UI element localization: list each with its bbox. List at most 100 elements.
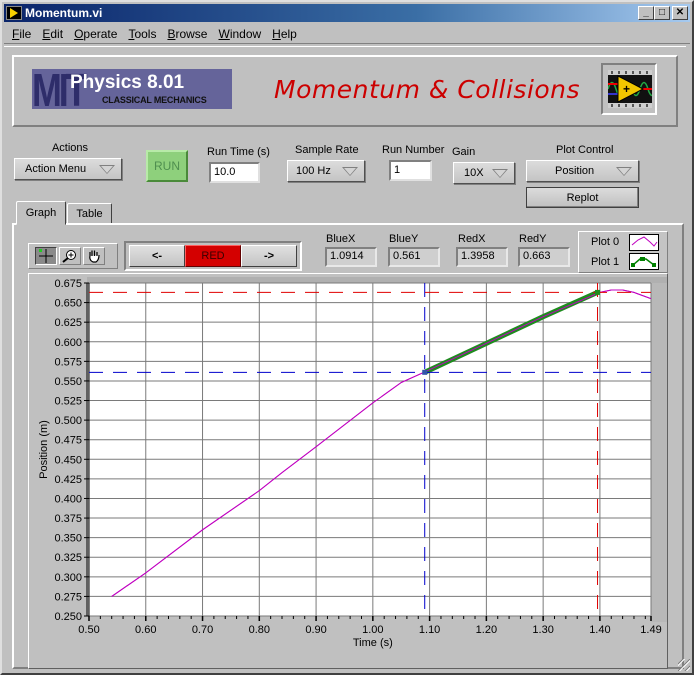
minimize-button[interactable]: _ (638, 6, 654, 20)
graph-tool-palette (28, 243, 118, 269)
x-tick-label: 1.10 (419, 624, 440, 636)
resize-grip[interactable] (678, 659, 690, 671)
actions-label: Actions (51, 142, 89, 154)
course-name: Physics 8.01 (70, 72, 185, 93)
y-tick-label: 0.625 (54, 317, 82, 329)
y-tick-label: 0.350 (54, 533, 82, 545)
menu-file[interactable]: File (12, 27, 31, 41)
actions-menu-value: Action Menu (25, 163, 87, 175)
cursor-blue-point (422, 369, 428, 375)
replot-button[interactable]: Replot (526, 187, 639, 208)
title-bar[interactable]: Momentum.vi _ □ ✕ (4, 4, 690, 22)
header-banner: MIT Physics 8.01 CLASSICAL MECHANICS Mom… (12, 55, 678, 127)
course-subtitle: CLASSICAL MECHANICS (102, 95, 207, 105)
legend-plot1-swatch (629, 253, 659, 270)
plot-frame-right (651, 277, 667, 622)
y-tick-label: 0.300 (54, 572, 82, 584)
position-graph[interactable]: 0.675 0.650 0.625 0.600 0.575 0.550 0.525 0.500… (28, 273, 668, 669)
legend-plot0-swatch (629, 234, 659, 251)
y-tick-label: 0.275 (54, 591, 82, 603)
bluex-readout: 1.0914 (325, 247, 377, 267)
y-tick-label: 0.650 (54, 298, 82, 310)
sample-rate-label: Sample Rate (295, 144, 359, 156)
x-tick-label: 1.40 (589, 624, 610, 636)
dropdown-arrow-icon (492, 168, 508, 178)
active-cursor-button[interactable]: RED (185, 245, 241, 267)
run-time-label: Run Time (s) (207, 146, 270, 158)
plot-legend[interactable]: Plot 0 Plot 1 (578, 231, 668, 273)
plot-control-label: Plot Control (556, 144, 614, 156)
labview-app-icon (6, 6, 22, 20)
y-tick-label: 0.475 (54, 435, 82, 447)
menu-bar: File Edit Operate Tools Browse Window Help (4, 24, 690, 44)
cursor-red-point (595, 289, 601, 295)
plot-control-value: Position (555, 165, 595, 177)
redx-label: RedX (458, 233, 486, 245)
menu-edit[interactable]: Edit (42, 27, 63, 41)
prev-cursor-button[interactable]: <- (129, 245, 185, 267)
menu-browse[interactable]: Browse (167, 27, 207, 41)
dropdown-arrow-icon (616, 166, 632, 176)
redy-label: RedY (519, 233, 547, 245)
maximize-button[interactable]: □ (654, 6, 670, 20)
tab-table[interactable]: Table (67, 203, 112, 225)
menu-tools[interactable]: Tools (128, 27, 156, 41)
y-axis-label: Position (m) (38, 420, 50, 479)
pan-hand-icon[interactable] (83, 247, 105, 265)
bluex-label: BlueX (326, 233, 356, 245)
y-tick-label: 0.550 (54, 376, 82, 388)
x-tick-label: 1.00 (362, 624, 383, 636)
close-button[interactable]: ✕ (672, 6, 688, 20)
redx-readout: 1.3958 (456, 247, 508, 267)
redy-readout: 0.663 (518, 247, 570, 267)
cursor-selector: <- RED -> (124, 241, 302, 271)
x-tick-label: 1.49 (640, 624, 661, 636)
gain-dropdown[interactable]: 10X (453, 162, 515, 184)
x-tick-label: 0.50 (78, 624, 99, 636)
y-tick-label: 0.600 (54, 337, 82, 349)
x-tick-label: 1.20 (476, 624, 497, 636)
next-cursor-button[interactable]: -> (241, 245, 297, 267)
actions-menu-dropdown[interactable]: Action Menu (14, 158, 122, 180)
x-axis-label: Time (s) (353, 637, 393, 649)
x-tick-label: 0.90 (305, 624, 326, 636)
run-number-input[interactable]: 1 (389, 160, 432, 181)
y-tick-label: 0.525 (54, 396, 82, 408)
y-tick-label: 0.500 (54, 415, 82, 427)
legend-plot0-label: Plot 0 (591, 236, 620, 248)
sample-rate-dropdown[interactable]: 100 Hz (287, 160, 365, 182)
bluey-label: BlueY (389, 233, 419, 245)
legend-plot1-label: Plot 1 (591, 256, 620, 268)
y-tick-label: 0.675 (54, 278, 82, 290)
y-tick-label: 0.575 (54, 356, 82, 368)
zoom-icon[interactable] (59, 247, 81, 265)
sample-rate-value: 100 Hz (296, 165, 331, 177)
run-time-input[interactable]: 10.0 (209, 162, 260, 183)
run-number-label: Run Number (382, 144, 445, 156)
run-button[interactable]: RUN (146, 150, 188, 182)
x-tick-label: 0.60 (135, 624, 156, 636)
menu-help[interactable]: Help (272, 27, 297, 41)
plot-area (89, 283, 651, 616)
dropdown-arrow-icon (342, 166, 358, 176)
y-tick-label: 0.425 (54, 474, 82, 486)
page-title: Momentum & Collisions (274, 75, 581, 104)
cursor-crosshair-icon[interactable] (35, 247, 57, 265)
svg-text:+: + (623, 82, 630, 96)
labview-vi-icon: + (601, 63, 657, 115)
y-tick-label: 0.450 (54, 454, 82, 466)
gain-label: Gain (452, 146, 476, 158)
bluey-readout: 0.561 (388, 247, 440, 267)
plot-control-dropdown[interactable]: Position (526, 160, 639, 182)
tab-graph[interactable]: Graph (16, 201, 66, 225)
menu-window[interactable]: Window (218, 27, 261, 41)
gain-value: 10X (464, 167, 484, 179)
labview-window: Momentum.vi _ □ ✕ File Edit Operate Tools Br… (0, 0, 694, 675)
chart-svg[interactable]: 0.6750.6500.6250.6000.5750.5500.5250.500… (29, 274, 669, 670)
front-panel: MIT Physics 8.01 CLASSICAL MECHANICS Mom… (4, 46, 686, 673)
y-tick-label: 0.250 (54, 611, 82, 623)
menu-operate[interactable]: Operate (74, 27, 117, 41)
x-tick-label: 0.70 (192, 624, 213, 636)
x-tick-label: 0.80 (249, 624, 270, 636)
window-title: Momentum.vi (25, 6, 103, 20)
